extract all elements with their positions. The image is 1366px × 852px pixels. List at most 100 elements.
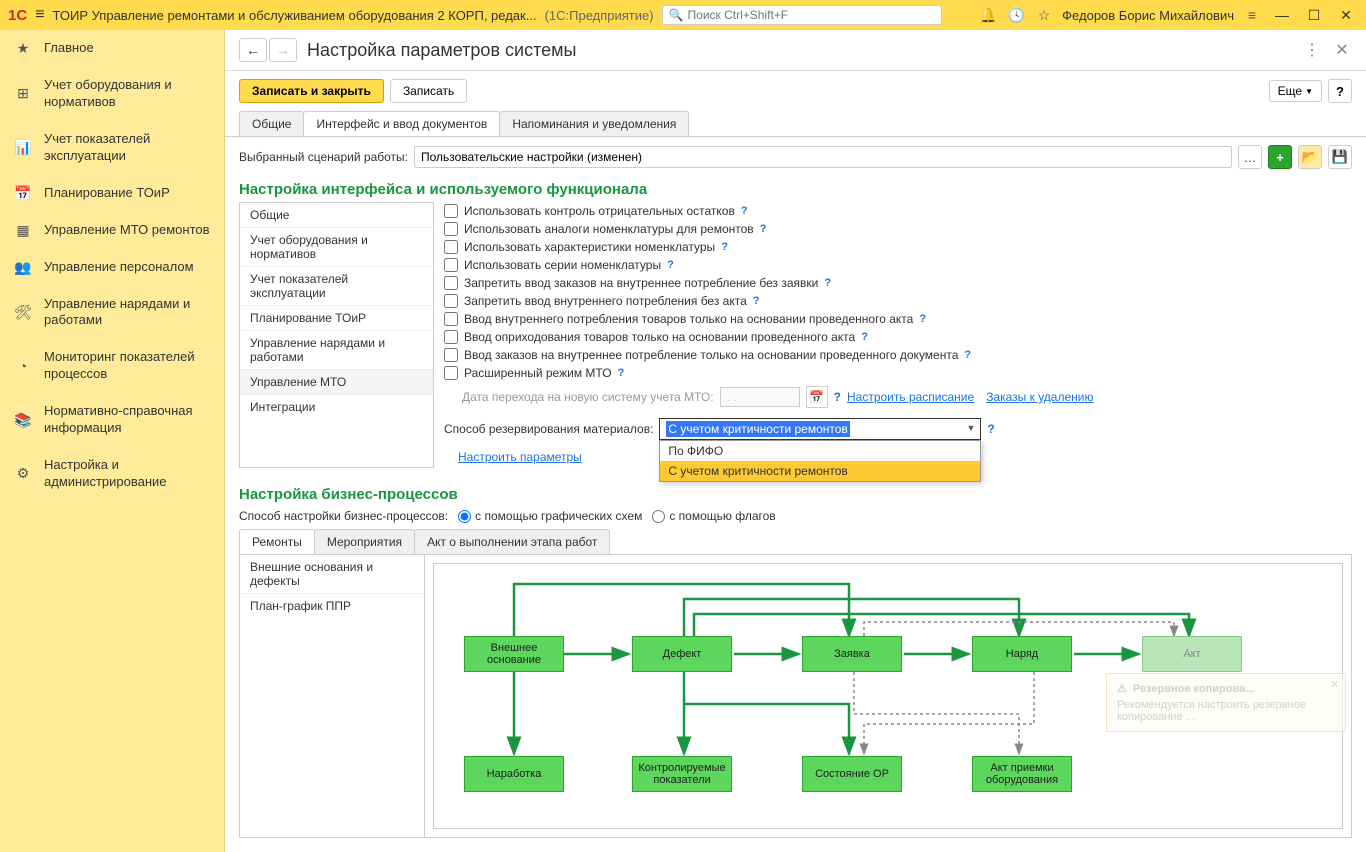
scenario-save-button[interactable]: 💾 [1328, 145, 1352, 169]
node-acceptance[interactable]: Акт приемки оборудования [972, 756, 1072, 792]
check-series[interactable] [444, 258, 458, 272]
help-icon[interactable]: ? [753, 295, 760, 307]
help-icon[interactable]: ? [824, 277, 831, 289]
page-title: Настройка параметров системы [307, 40, 1292, 61]
sidebar-item-planning[interactable]: 📅Планирование ТОиР [0, 175, 224, 212]
settings-nav-planning[interactable]: Планирование ТОиР [240, 306, 433, 331]
menu-icon[interactable]: ≡ [35, 6, 44, 24]
dropdown-option-criticality[interactable]: С учетом критичности ремонтов [660, 461, 980, 481]
save-close-button[interactable]: Записать и закрыть [239, 79, 384, 103]
orders-delete-link[interactable]: Заказы к удалению [986, 390, 1093, 404]
sidebar-item-mto[interactable]: ▦Управление МТО ремонтов [0, 212, 224, 249]
help-icon[interactable]: ? [618, 367, 625, 379]
node-state[interactable]: Состояние ОР [802, 756, 902, 792]
scenario-browse-button[interactable]: … [1238, 145, 1262, 169]
sidebar-item-reference[interactable]: 📚Нормативно-справочная информация [0, 393, 224, 447]
content-area: ← → Настройка параметров системы ⋮ ✕ Зап… [225, 30, 1366, 852]
tab-general[interactable]: Общие [239, 111, 304, 136]
node-order[interactable]: Наряд [972, 636, 1072, 672]
star-icon[interactable]: ☆ [1034, 5, 1054, 25]
help-icon[interactable]: ? [667, 259, 674, 271]
bp-tabs: Ремонты Мероприятия Акт о выполнении эта… [225, 529, 1366, 554]
settings-nav-mto[interactable]: Управление МТО [240, 370, 433, 395]
sidebar-item-equipment[interactable]: ⊞Учет оборудования и нормативов [0, 67, 224, 121]
scenario-input[interactable] [414, 146, 1232, 168]
help-icon[interactable]: ? [834, 390, 841, 404]
tab-notifications[interactable]: Напоминания и уведомления [499, 111, 689, 136]
check-orders-on-doc[interactable] [444, 348, 458, 362]
reserve-value: С учетом критичности ремонтов [666, 421, 849, 437]
calendar-button[interactable]: 📅 [806, 386, 828, 408]
maximize-button[interactable]: ☐ [1302, 7, 1326, 24]
help-icon[interactable]: ? [861, 331, 868, 343]
settings-nav-indicators[interactable]: Учет показателей эксплуатации [240, 267, 433, 306]
help-icon[interactable]: ? [964, 349, 971, 361]
help-button[interactable]: ? [1328, 79, 1352, 103]
close-button[interactable]: ✕ [1334, 7, 1358, 24]
help-icon[interactable]: ? [760, 223, 767, 235]
help-icon[interactable]: ? [741, 205, 748, 217]
node-worktime[interactable]: Наработка [464, 756, 564, 792]
history-icon[interactable]: 🕓 [1006, 5, 1026, 25]
settings-nav-equipment[interactable]: Учет оборудования и нормативов [240, 228, 433, 267]
nav-back-button[interactable]: ← [239, 38, 267, 62]
reserve-select[interactable]: С учетом критичности ремонтов [659, 418, 981, 440]
configure-params-link[interactable]: Настроить параметры [458, 450, 582, 464]
nav-forward-button[interactable]: → [269, 38, 297, 62]
node-external[interactable]: Внешнее основание [464, 636, 564, 672]
bp-sidenav-schedule[interactable]: План-график ППР [240, 594, 424, 618]
bp-tab-repairs[interactable]: Ремонты [239, 529, 315, 554]
bell-icon[interactable]: 🔔 [978, 5, 998, 25]
more-button[interactable]: Еще▼ [1269, 80, 1322, 102]
scenario-add-button[interactable]: + [1268, 145, 1292, 169]
check-consumption-on-act[interactable] [444, 312, 458, 326]
check-analogs[interactable] [444, 222, 458, 236]
notification-close-icon[interactable]: ✕ [1330, 678, 1339, 691]
sidebar-item-monitoring[interactable]: ◔Мониторинг показателей процессов [0, 339, 224, 393]
username[interactable]: Федоров Борис Михайлович [1062, 8, 1234, 23]
help-icon[interactable]: ? [919, 313, 926, 325]
scenario-open-button[interactable]: 📂 [1298, 145, 1322, 169]
help-icon[interactable]: ? [987, 422, 994, 436]
node-controlled[interactable]: Контролируемые показатели [632, 756, 732, 792]
tab-interface[interactable]: Интерфейс и ввод документов [303, 111, 500, 136]
check-negative-stock[interactable] [444, 204, 458, 218]
backup-notification[interactable]: ✕ ⚠Резервное копирова... Рекомендуется н… [1106, 673, 1346, 732]
chevron-down-icon: ▼ [1305, 87, 1313, 96]
bp-sidenav-external[interactable]: Внешние основания и дефекты [240, 555, 424, 594]
settings-nav-orders[interactable]: Управление нарядами и работами [240, 331, 433, 370]
node-request[interactable]: Заявка [802, 636, 902, 672]
minimize-button[interactable]: — [1270, 7, 1294, 23]
help-icon[interactable]: ? [721, 241, 728, 253]
settings-content: Использовать контроль отрицательных оста… [434, 202, 1352, 468]
check-receipt-on-act[interactable] [444, 330, 458, 344]
node-act[interactable]: Акт [1142, 636, 1242, 672]
close-page-button[interactable]: ✕ [1332, 40, 1352, 60]
date-input[interactable] [720, 387, 800, 407]
reserve-label: Способ резервирования материалов: [444, 422, 653, 436]
bp-tab-events[interactable]: Мероприятия [314, 529, 415, 554]
menu-dots-icon[interactable]: ⋮ [1302, 40, 1322, 60]
bp-tab-act[interactable]: Акт о выполнении этапа работ [414, 529, 610, 554]
save-button[interactable]: Записать [390, 79, 467, 103]
sidebar-item-admin[interactable]: ⚙Настройка и администрирование [0, 447, 224, 501]
search-input[interactable] [688, 8, 935, 22]
filter-icon[interactable]: ≡ [1242, 5, 1262, 25]
node-defect[interactable]: Дефект [632, 636, 732, 672]
sidebar-item-indicators[interactable]: 📊Учет показателей эксплуатации [0, 121, 224, 175]
check-forbid-consumption[interactable] [444, 294, 458, 308]
dropdown-option-fifo[interactable]: По ФИФО [660, 441, 980, 461]
sidebar-item-personnel[interactable]: 👥Управление персоналом [0, 249, 224, 286]
schedule-link[interactable]: Настроить расписание [847, 390, 974, 404]
settings-nav-general[interactable]: Общие [240, 203, 433, 228]
radio-graphic[interactable] [458, 510, 471, 523]
search-box[interactable]: 🔍 [662, 5, 942, 25]
sidebar-item-orders[interactable]: 🛠Управление нарядами и работами [0, 286, 224, 340]
sidebar-label: Управление МТО ремонтов [44, 222, 210, 239]
radio-flags[interactable] [652, 510, 665, 523]
settings-nav-integrations[interactable]: Интеграции [240, 395, 433, 419]
check-forbid-orders[interactable] [444, 276, 458, 290]
check-extended-mto[interactable] [444, 366, 458, 380]
check-characteristics[interactable] [444, 240, 458, 254]
sidebar-item-main[interactable]: ★Главное [0, 30, 224, 67]
